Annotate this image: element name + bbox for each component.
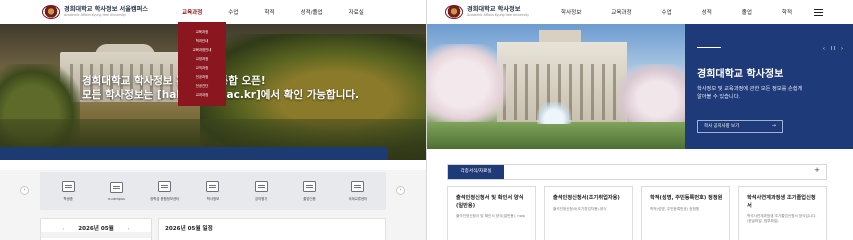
- forms-tab-bar: 각종서식/자료실 +: [447, 164, 827, 180]
- schedule-widget: 2026년 05월 일정: [158, 218, 386, 240]
- right-nav-grades[interactable]: 성적: [702, 8, 712, 16]
- dropdown-item[interactable]: 교직과정: [178, 64, 226, 73]
- notice-button[interactable]: 학사 공지사항 보기 →: [697, 120, 783, 133]
- globe-icon: [351, 181, 365, 192]
- id-card-icon: [61, 181, 75, 192]
- form-card[interactable]: 출석인정신청서 및 확인서 양식(일반용) 출석인정신청서 및 확인서 양식(일…: [447, 186, 536, 240]
- left-nav-curriculum[interactable]: 교육과정: [182, 8, 202, 16]
- right-hero-image: [427, 24, 685, 149]
- right-logo-sub: Academic Affairs Kyung Hee University: [467, 13, 530, 17]
- dropdown-item[interactable]: 교과과정: [178, 91, 226, 100]
- forms-card-list: 출석인정신청서 및 확인서 양식(일반용) 출석인정신청서 및 확인서 양식(일…: [447, 186, 827, 240]
- quick-menu: 학생증 e-campus 장학금 종합정보센터 학사정보 강의평가 졸업인증 국…: [40, 172, 386, 210]
- left-nav: 교육과정 수업 학적 성적/졸업 자료실: [182, 8, 364, 16]
- document-icon: [206, 181, 220, 192]
- left-logo[interactable]: 경희대학교 학사정보 서울캠퍼스 Academic Affairs Kyung …: [42, 5, 148, 19]
- scholarship-icon: [158, 181, 172, 192]
- right-nav-register[interactable]: 학적: [782, 8, 792, 16]
- dropdown-item[interactable]: 학과안내: [178, 37, 226, 46]
- dropdown-item[interactable]: 교양과정: [178, 55, 226, 64]
- quick-item-lecture-eval[interactable]: 강의평가: [241, 181, 281, 201]
- arrow-right-icon: →: [771, 123, 776, 129]
- dropdown-item[interactable]: 전공진단: [178, 82, 226, 91]
- schedule-title: 2026년 05월 일정: [165, 226, 213, 232]
- dropdown-item[interactable]: 전공과정: [178, 73, 226, 82]
- right-page: 경희대학교 학사정보 Academic Affairs Kyung Hee Un…: [427, 0, 853, 240]
- panel-description: 학사정보 및 교육과정에 관한 모든 정보를 손쉽게 알아볼 수 있습니다.: [697, 86, 803, 101]
- right-header: 경희대학교 학사정보 Academic Affairs Kyung Hee Un…: [427, 0, 853, 24]
- left-nav-archive[interactable]: 자료실: [349, 8, 364, 16]
- dropdown-item[interactable]: 교육과정: [178, 28, 226, 37]
- calendar-title: 2026년 05월: [78, 226, 114, 232]
- right-nav: 학사정보 교육과정 수업 성적 졸업 학적: [561, 8, 792, 16]
- curriculum-dropdown: 교육과정 학과안내 교육과정안내 교양과정 교직과정 전공과정 전공진단 교과과…: [178, 22, 226, 106]
- university-seal-icon: [42, 5, 60, 19]
- form-card[interactable]: 출석인정신청서(조기취업자용) 출석인정신청서(조기취업자용) 양식: [544, 186, 633, 240]
- quick-next-button[interactable]: ›: [396, 186, 405, 195]
- certificate-icon: [303, 181, 317, 192]
- calendar-prev-icon[interactable]: ‹: [63, 226, 65, 231]
- plus-icon[interactable]: +: [814, 166, 820, 174]
- quick-item-scholarship[interactable]: 장학금 종합정보센터: [145, 181, 185, 201]
- laptop-icon: [109, 181, 123, 193]
- tab-forms-archive[interactable]: 각종서식/자료실: [448, 165, 504, 179]
- right-nav-academic-info[interactable]: 학사정보: [561, 8, 581, 16]
- quick-item-academic-info[interactable]: 학사정보: [193, 181, 233, 201]
- quick-item-graduation-cert[interactable]: 졸업인증: [290, 181, 330, 201]
- evaluation-icon: [254, 181, 268, 192]
- menu-icon[interactable]: [814, 8, 824, 16]
- right-nav-class[interactable]: 수업: [662, 8, 672, 16]
- quick-item-student-id[interactable]: 학생증: [48, 181, 88, 201]
- right-nav-graduation[interactable]: 졸업: [742, 8, 752, 16]
- quick-item-international[interactable]: 국제교류센터: [338, 181, 378, 201]
- left-logo-sub: Academic Affairs Kyung Hee University: [64, 13, 127, 17]
- left-nav-grades[interactable]: 성적/졸업: [301, 8, 323, 16]
- left-header: 경희대학교 학사정보 서울캠퍼스 Academic Affairs Kyung …: [0, 0, 426, 24]
- calendar-widget: ‹ 2026년 05월 ›: [40, 218, 152, 240]
- university-seal-icon: [445, 5, 463, 19]
- panel-title: 경희대학교 학사정보: [697, 69, 784, 80]
- quick-item-ecampus[interactable]: e-campus: [96, 181, 136, 201]
- slide-controls[interactable]: ‹ II ›: [823, 46, 845, 52]
- left-hero-navy-bar: [0, 147, 388, 160]
- hero-info-panel: ‹ II › 경희대학교 학사정보 학사정보 및 교육과정에 관한 모든 정보를…: [685, 24, 853, 149]
- quick-prev-button[interactable]: ‹: [20, 186, 29, 195]
- right-nav-curriculum[interactable]: 교육과정: [611, 8, 631, 16]
- left-nav-class[interactable]: 수업: [228, 8, 238, 16]
- right-logo[interactable]: 경희대학교 학사정보 Academic Affairs Kyung Hee Un…: [445, 5, 529, 19]
- left-page: 경희대학교 학사정보 서울캠퍼스 Academic Affairs Kyung …: [0, 0, 426, 240]
- calendar-next-icon[interactable]: ›: [128, 226, 130, 231]
- left-nav-register[interactable]: 학적: [264, 8, 274, 16]
- form-card[interactable]: 학적(성명, 주민등록번호) 정정원 학적(성명, 주민등록번호) 정정원: [641, 186, 730, 240]
- form-card[interactable]: 학석사연계과정생 조기졸업신청서 학석사연계과정생 조기졸업신청서 양식입니다.…: [738, 186, 827, 240]
- dropdown-item[interactable]: 교육과정안내: [178, 46, 226, 55]
